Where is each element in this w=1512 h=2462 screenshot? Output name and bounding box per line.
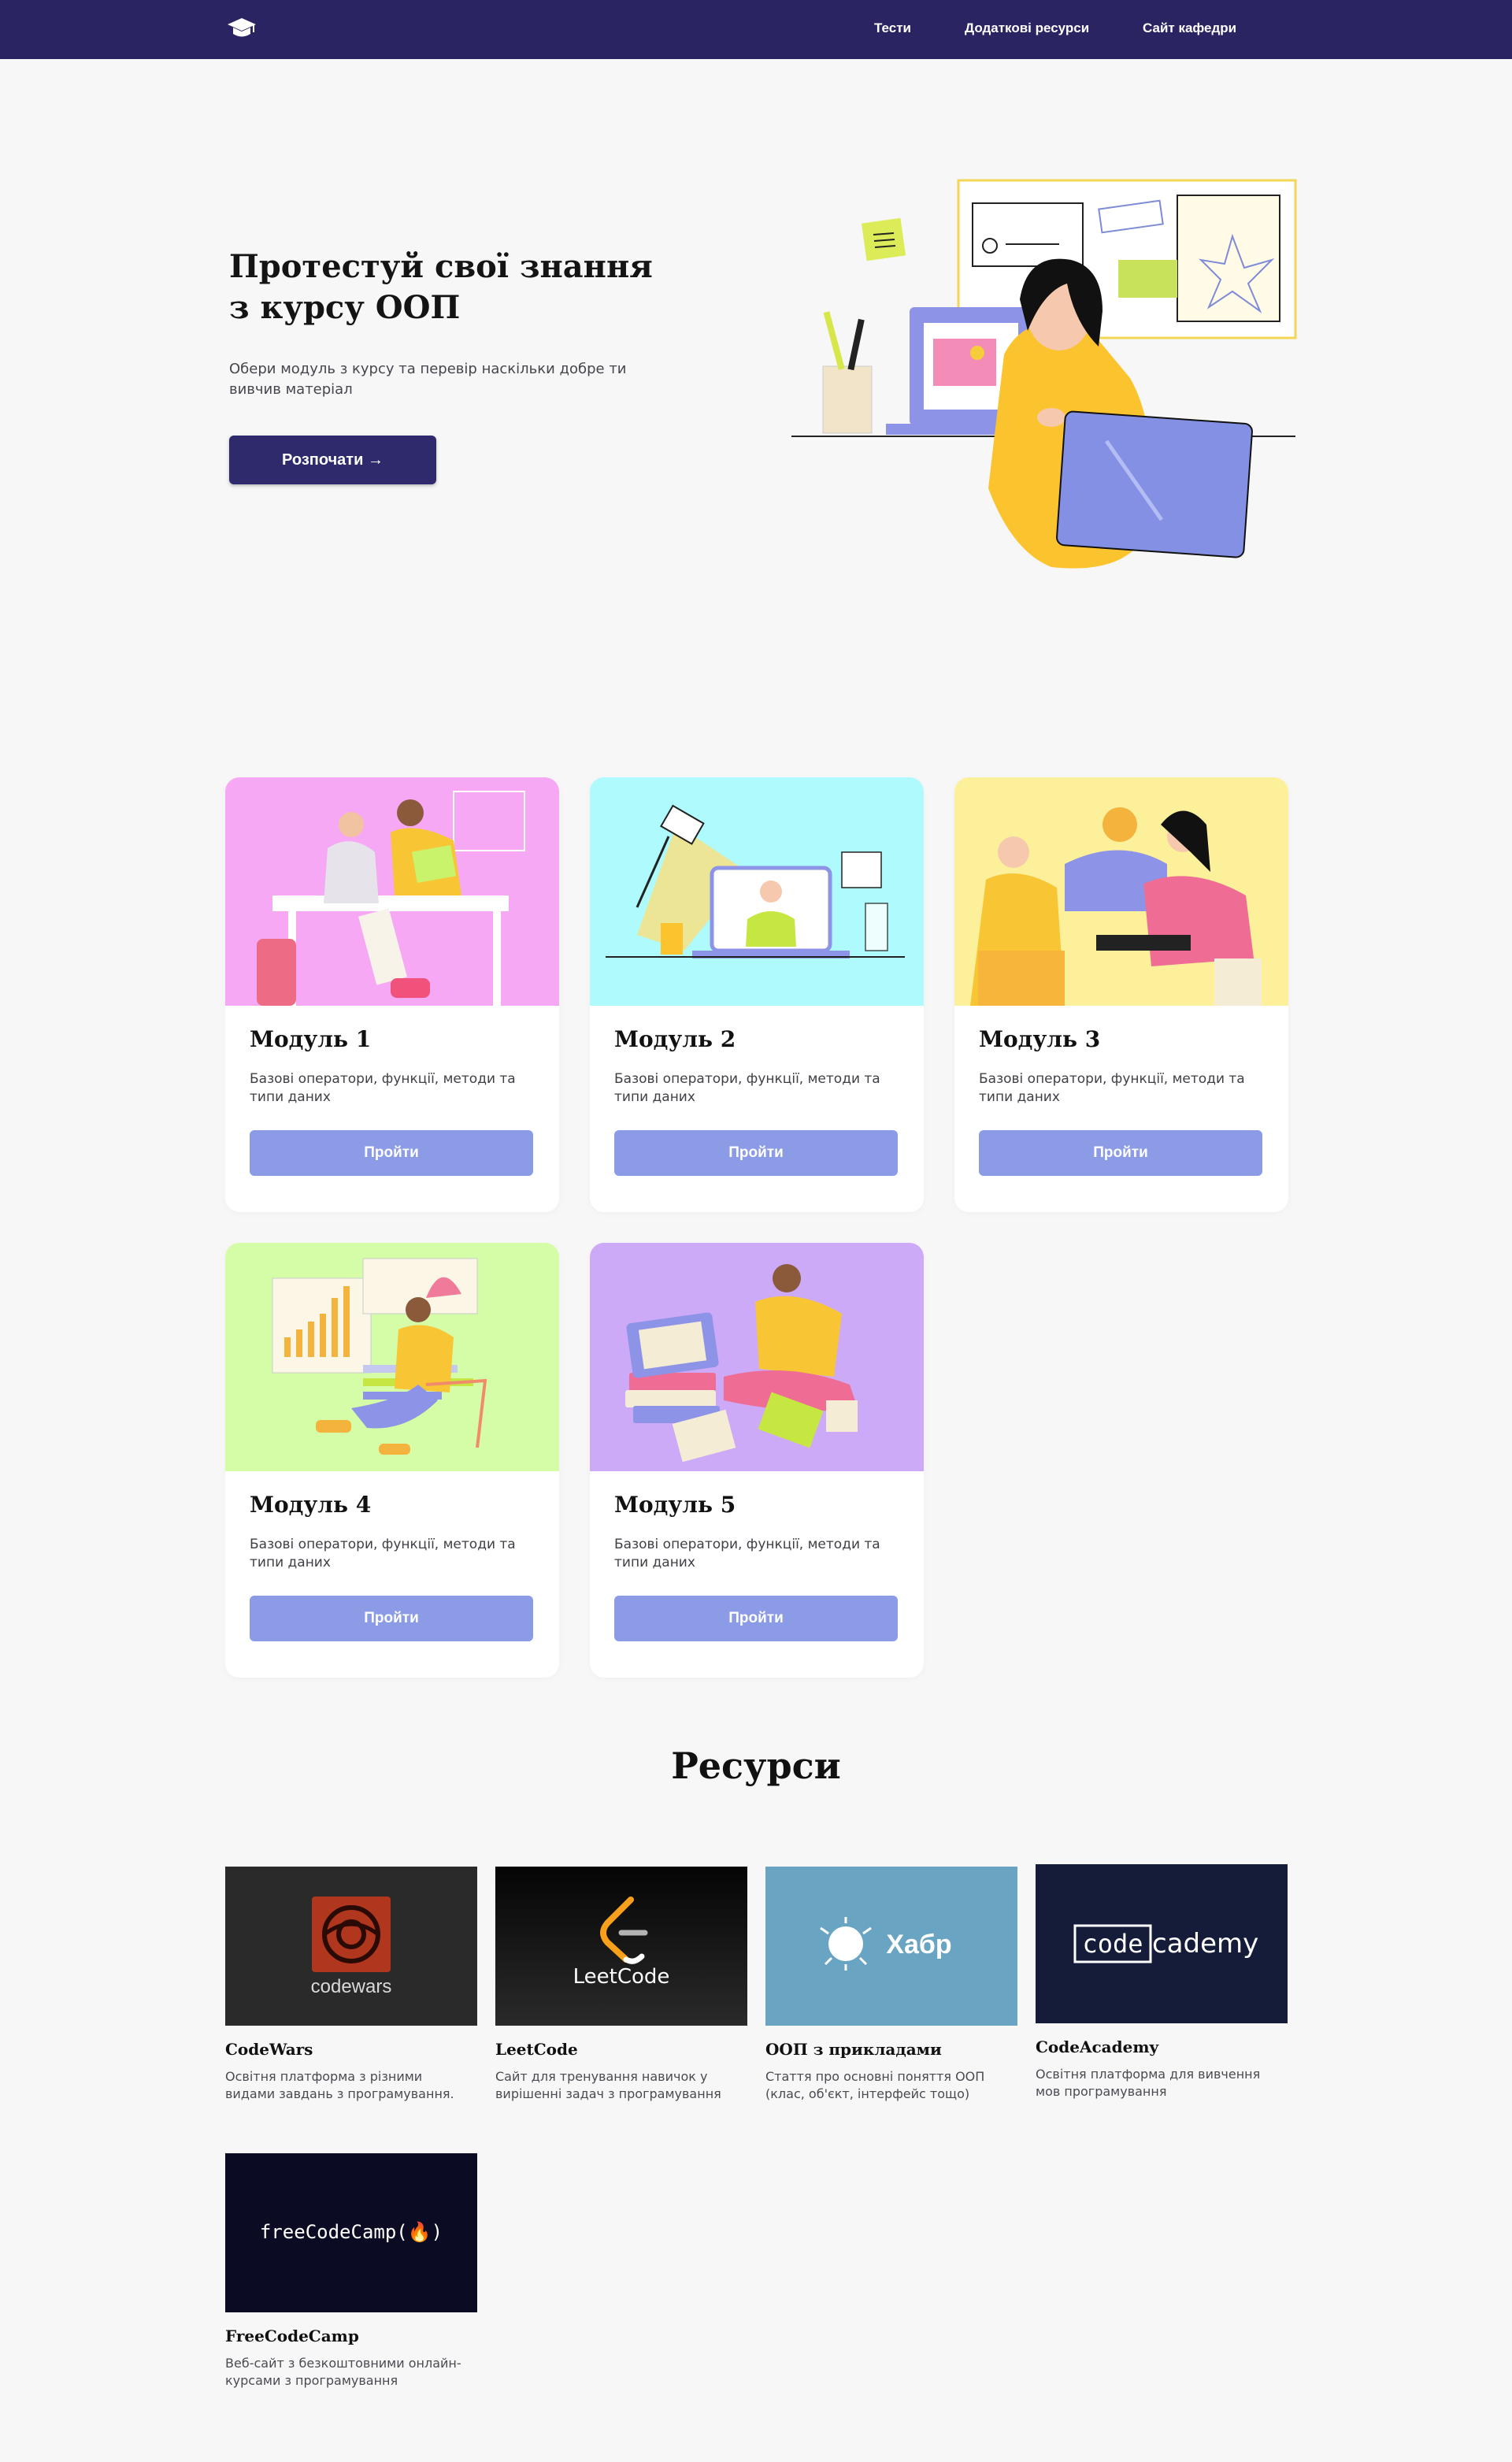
module-card-description: Базові оператори, функції, методи та тип… (614, 1537, 880, 1570)
module-card-5: Модуль 5 Базові оператори, функції, мето… (590, 1243, 924, 1678)
resource-name: LeetCode (495, 2040, 578, 2059)
module-4-start-button[interactable]: Пройти (250, 1596, 533, 1641)
habr-logo-text: Хабр (886, 1930, 951, 1960)
module-1-illustration (225, 777, 559, 1006)
freecodecamp-logo-text: freeCodeCamp(🔥) (260, 2221, 443, 2243)
module-card-title: Модуль 4 (250, 1492, 372, 1518)
module-card-title: Модуль 2 (614, 1026, 736, 1052)
hero-illustration (791, 179, 1297, 569)
nav-link-tests[interactable]: Тести (874, 20, 911, 37)
resource-description: Стаття про основні поняття ООП (клас, об… (765, 2069, 985, 2101)
hero-title: Протестуй свої знання з курсу ООП (229, 248, 653, 326)
nav-link-extra-resources[interactable]: Додаткові ресурси (965, 20, 1089, 37)
module-card-4: Модуль 4 Базові оператори, функції, мето… (225, 1243, 559, 1678)
module-card-1: Модуль 1 Базові оператори, функції, мето… (225, 777, 559, 1212)
resource-name: CodeWars (225, 2040, 313, 2059)
nav-link-department-site[interactable]: Сайт кафедри (1143, 20, 1236, 37)
resource-card-codewars: codewars CodeWars Освітня платформа з рі… (225, 1867, 477, 2103)
codewars-logo-text: codewars (311, 1976, 392, 1997)
module-2-illustration (590, 777, 924, 1006)
leetcode-logo: LeetCode (495, 1867, 747, 2026)
graduation-cap-icon[interactable] (227, 17, 257, 40)
resource-card-habr: Хабр ООП з прикладами Стаття про основні… (765, 1867, 1017, 2103)
module-card-title: Модуль 3 (979, 1026, 1101, 1052)
codecademy-link[interactable]: code cademy (1036, 1864, 1288, 2023)
module-card-description: Базові оператори, функції, методи та тип… (979, 1071, 1245, 1105)
resource-card-freecodecamp: freeCodeCamp(🔥) FreeCodeCamp Веб-сайт з … (225, 2153, 477, 2390)
freecodecamp-link[interactable]: freeCodeCamp(🔥) (225, 2153, 477, 2312)
resource-name: ООП з прикладами (765, 2040, 942, 2059)
module-3-illustration (954, 777, 1288, 1006)
module-5-illustration (590, 1243, 924, 1471)
hero-subtitle: Обери модуль з курсу та перевір наскільк… (229, 361, 627, 398)
habr-link[interactable]: Хабр (765, 1867, 1017, 2026)
module-4-illustration (225, 1243, 559, 1471)
module-card-2: Модуль 2 Базові оператори, функції, мето… (590, 777, 924, 1212)
module-card-description: Базові оператори, функції, методи та тип… (250, 1071, 516, 1105)
resource-name: FreeCodeCamp (225, 2327, 359, 2345)
codewars-logo: codewars (225, 1867, 477, 2026)
resources-heading: Ресурси (671, 1745, 841, 1787)
codecademy-logo-rest: cademy (1152, 1928, 1258, 1960)
resource-description: Веб-сайт з безкоштовними онлайн-курсами … (225, 2356, 461, 2388)
resource-description: Сайт для тренування навичок у вирішенні … (495, 2069, 721, 2101)
start-button[interactable]: Розпочати → (229, 436, 436, 484)
resource-name: CodeAcademy (1036, 2037, 1159, 2056)
module-3-start-button[interactable]: Пройти (979, 1130, 1262, 1176)
leetcode-logo-text: LeetCode (573, 1965, 670, 1989)
resource-card-codecademy: code cademy CodeAcademy Освітня платформ… (1036, 1864, 1288, 2100)
resource-description: Освітня платформа з різними видами завда… (225, 2069, 454, 2101)
top-navbar: Тести Додаткові ресурси Сайт кафедри (0, 0, 1512, 59)
module-card-3: Модуль 3 Базові оператори, функції, мето… (954, 777, 1288, 1212)
codecademy-logo-boxed: code (1082, 1929, 1143, 1959)
resource-description: Освітня платформа для вивчення мов прогр… (1036, 2067, 1261, 2099)
module-card-description: Базові оператори, функції, методи та тип… (614, 1071, 880, 1105)
freecodecamp-logo: freeCodeCamp(🔥) (225, 2153, 477, 2312)
module-5-start-button[interactable]: Пройти (614, 1596, 898, 1641)
module-2-start-button[interactable]: Пройти (614, 1130, 898, 1176)
module-card-title: Модуль 5 (614, 1492, 736, 1518)
module-card-title: Модуль 1 (250, 1026, 372, 1052)
codecademy-logo: code cademy (1036, 1864, 1288, 2023)
codewars-link[interactable]: codewars (225, 1867, 477, 2026)
resource-card-leetcode: LeetCode LeetCode Сайт для тренування на… (495, 1867, 747, 2103)
habr-logo: Хабр (765, 1867, 1017, 2026)
module-1-start-button[interactable]: Пройти (250, 1130, 533, 1176)
module-card-description: Базові оператори, функції, методи та тип… (250, 1537, 516, 1570)
leetcode-link[interactable]: LeetCode (495, 1867, 747, 2026)
